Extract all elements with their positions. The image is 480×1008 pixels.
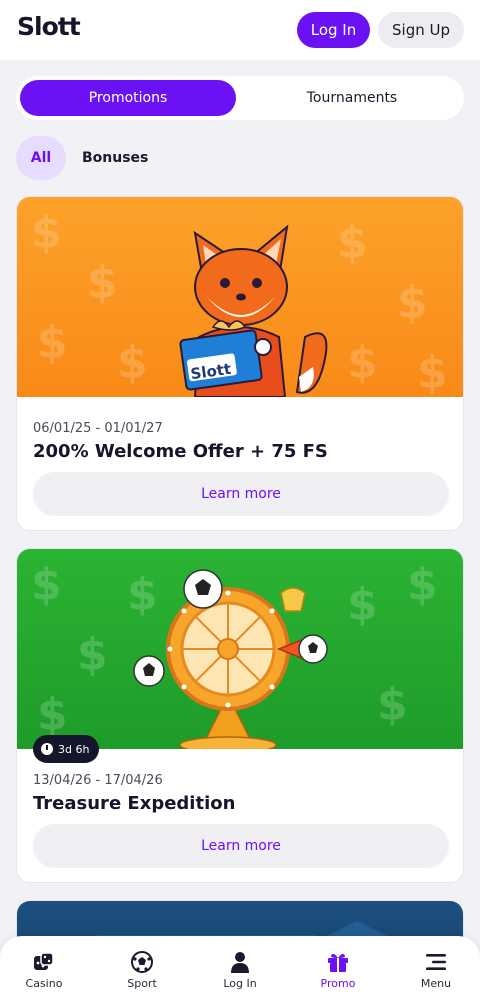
soccer-ball-icon [130, 950, 154, 974]
promo-dates: 13/04/26 - 17/04/26 [33, 773, 163, 788]
nav-sport-label: Sport [127, 977, 157, 990]
menu-icon [424, 950, 448, 974]
clock-icon [41, 743, 53, 755]
tab-promotions[interactable]: Promotions [20, 80, 236, 116]
promo-title: 200% Welcome Offer + 75 FS [33, 441, 328, 462]
promo-tabs: Promotions Tournaments [16, 76, 464, 120]
promo-card[interactable]: $ $ $ $ $ $ $ 3d 6h 13/04/26 - 17/04/26 … [16, 548, 464, 883]
soccer-ball-icon [183, 569, 223, 609]
fox-mascot-illustration: Slott [179, 224, 328, 397]
filter-all[interactable]: All [16, 136, 66, 180]
countdown-badge: 3d 6h [33, 735, 100, 763]
nav-login[interactable]: Log In [200, 950, 280, 990]
signup-button[interactable]: Sign Up [378, 12, 464, 48]
dice-icon [32, 950, 56, 974]
nav-login-label: Log In [223, 977, 257, 990]
logo[interactable]: Slott [17, 12, 81, 41]
login-button[interactable]: Log In [297, 12, 370, 48]
learn-more-button[interactable]: Learn more [33, 824, 449, 868]
promo-title: Treasure Expedition [33, 793, 236, 814]
countdown-text: 3d 6h [58, 742, 90, 756]
nav-menu-label: Menu [420, 977, 452, 990]
bottom-navigation: Casino Sport Log In Promo Menu [0, 936, 480, 1008]
promo-card[interactable]: $ $ $ $ $ $ $ $ Slott 06/01/25 - 01/01/2… [16, 196, 464, 531]
nav-promo[interactable]: Promo [298, 950, 378, 990]
promo-banner-image: $ $ $ $ $ $ $ $ Slott [17, 197, 463, 397]
nav-menu[interactable]: Menu [396, 950, 476, 990]
user-icon [228, 950, 252, 974]
filter-bonuses[interactable]: Bonuses [76, 136, 154, 180]
promo-dates: 06/01/25 - 01/01/27 [33, 421, 163, 436]
fortune-wheel-illustration [133, 569, 328, 749]
tab-tournaments[interactable]: Tournaments [244, 80, 460, 116]
promo-banner-image: $ $ $ $ $ $ $ [17, 549, 463, 749]
nav-sport[interactable]: Sport [102, 950, 182, 990]
nav-promo-label: Promo [320, 977, 356, 990]
logo-text: Slott [17, 12, 81, 41]
gift-icon [326, 950, 350, 974]
top-header: Slott Log In Sign Up [0, 0, 480, 60]
nav-casino[interactable]: Casino [4, 950, 84, 990]
learn-more-button[interactable]: Learn more [33, 472, 449, 516]
nav-casino-label: Casino [25, 977, 63, 990]
